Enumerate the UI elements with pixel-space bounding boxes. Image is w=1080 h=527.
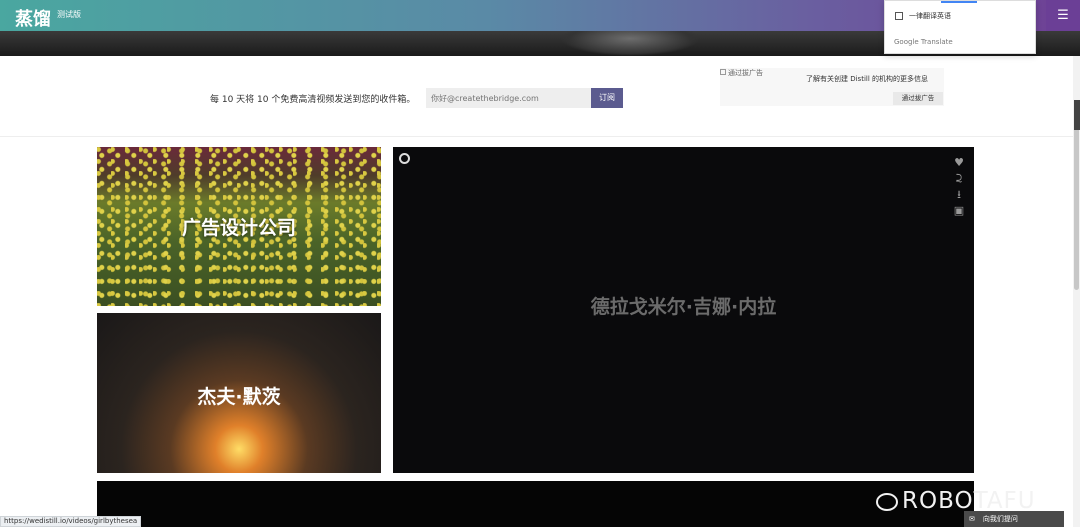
beta-label: 测试版 <box>57 10 81 19</box>
hero-rock-image <box>560 31 700 56</box>
status-url: https://wedistill.io/videos/girlbythesea <box>0 516 142 527</box>
ad-image[interactable]: 通过拔广告 <box>720 68 763 78</box>
translate-option-label[interactable]: 一律翻译英语 <box>909 11 951 21</box>
video-action-icons: ♥ ⫈ ⭳ ▣ <box>953 155 965 219</box>
ad-box: 通过拔广告 了解有关创建 Distill 的机构的更多信息 通过拔广告 <box>720 68 944 106</box>
mail-icon: ✉ <box>969 515 975 523</box>
video-tile-glass[interactable]: 杰夫·默茨 <box>97 313 381 473</box>
tile-title: 广告设计公司 <box>181 217 296 239</box>
popup-active-indicator <box>941 1 977 3</box>
heart-icon[interactable]: ♥ <box>953 155 965 171</box>
broken-image-icon <box>720 69 726 75</box>
translate-popup: 一律翻译英语 Google Translate <box>884 0 1036 54</box>
video-tile-tulips[interactable]: 广告设计公司 <box>97 147 381 306</box>
ad-image-alt: 通过拔广告 <box>728 69 763 77</box>
subscribe-text: 每 10 天将 10 个免费高清视频发送到您的收件箱。 <box>210 95 416 105</box>
site-logo[interactable]: 蒸馏 <box>15 5 51 31</box>
video-player[interactable]: 德拉戈米尔·吉娜·内拉 ♥ ⫈ ⭳ ▣ <box>393 147 974 473</box>
share-icon[interactable]: ⫈ <box>953 171 965 187</box>
ad-button[interactable]: 通过拔广告 <box>893 92 943 105</box>
video-tile-bottom[interactable] <box>97 481 974 527</box>
tile-title: 杰夫·默茨 <box>197 386 281 408</box>
feedback-button[interactable]: ✉ 向我们提问 <box>964 511 1064 527</box>
scroll-marker <box>1074 100 1080 130</box>
google-translate-brand: Google Translate <box>894 38 953 46</box>
video-title: 德拉戈米尔·吉娜·内拉 <box>590 296 777 318</box>
page: 蒸馏 测试版 ☰ 一律翻译英语 Google Translate 每 10 天将… <box>0 0 1080 527</box>
weibo-icon <box>876 492 898 511</box>
loading-spinner-icon <box>399 153 410 164</box>
ad-info-text[interactable]: 了解有关创建 Distill 的机构的更多信息 <box>806 74 928 84</box>
subscribe-bar: 每 10 天将 10 个免费高清视频发送到您的收件箱。 订阅 通过拔广告 了解有… <box>0 56 1080 137</box>
email-input[interactable] <box>426 88 592 108</box>
hamburger-icon[interactable]: ☰ <box>1046 0 1080 31</box>
download-icon[interactable]: ⭳ <box>953 187 965 203</box>
camera-icon[interactable]: ▣ <box>953 203 965 219</box>
subscribe-button[interactable]: 订阅 <box>591 88 623 108</box>
feedback-label: 向我们提问 <box>982 515 1018 523</box>
translate-checkbox[interactable] <box>895 12 903 20</box>
